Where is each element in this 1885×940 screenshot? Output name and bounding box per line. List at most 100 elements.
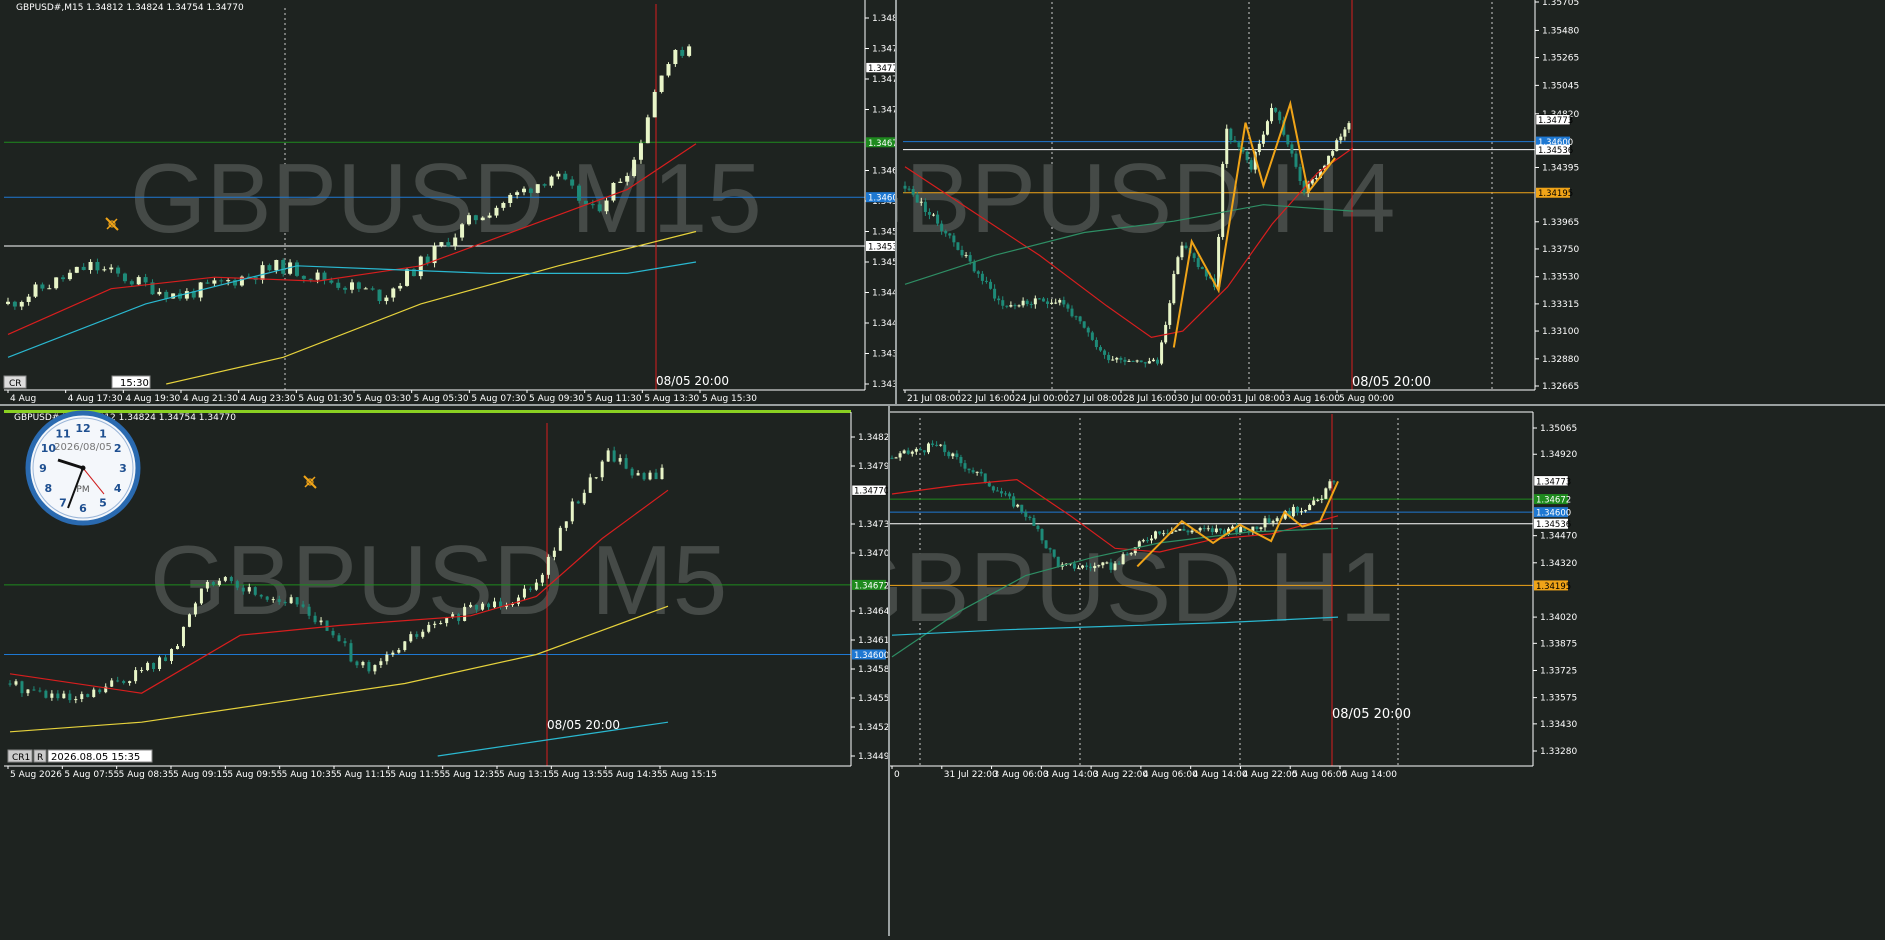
candle-body — [997, 298, 1001, 301]
chart-canvas-m15[interactable]: GBPUSD M15 1.34835 1.34795 1.34755 1.34715 1… — [0, 0, 909, 405]
candle-body — [1048, 548, 1052, 550]
candle-body — [1077, 567, 1081, 569]
candle-body — [1339, 136, 1343, 141]
panel-divider-vertical-top[interactable] — [895, 0, 897, 404]
candle-body — [102, 269, 107, 271]
x-tick-label: 30 Jul 00:00 — [1177, 394, 1231, 404]
candle-body — [50, 693, 54, 698]
candle-body — [1135, 360, 1139, 362]
x-tick-label: 5 Aug 08:35 — [119, 770, 174, 780]
candle-body — [576, 501, 580, 504]
candle-body — [1332, 481, 1336, 483]
candle-body — [308, 278, 313, 280]
candle-body — [116, 267, 121, 274]
candle-body — [976, 271, 980, 274]
candle-body — [1168, 303, 1172, 325]
clock-numeral: 8 — [45, 482, 53, 495]
candle-body — [528, 588, 532, 590]
candle-body — [673, 49, 678, 65]
x-tick-label: 5 Aug 07:55 — [64, 770, 119, 780]
candle-body — [1214, 528, 1218, 533]
candle-body — [40, 284, 45, 289]
candle-body — [1074, 316, 1078, 318]
candle-body — [1162, 533, 1166, 535]
candle-body — [1308, 504, 1312, 511]
candle-body — [1008, 493, 1012, 497]
price-tag-label: 1.34773 — [1538, 116, 1573, 126]
candle-body — [632, 159, 637, 177]
candle-body — [1139, 360, 1143, 363]
candle-body — [918, 448, 922, 451]
candle-body — [636, 473, 640, 476]
candle-body — [14, 681, 18, 685]
candle-body — [38, 690, 42, 692]
x-tick-label: 4 Aug 17:30 — [68, 394, 123, 404]
y-tick-label: 1.33530 — [1542, 273, 1579, 283]
chart-panel-gbpusd-h1[interactable]: GBPUSD H1 1.350651.349201.344701.343201.… — [828, 406, 1885, 936]
candle-body — [487, 603, 491, 608]
candle-body — [446, 242, 451, 247]
chart-canvas-h4[interactable]: GBPUSD H4 1.35705 1.35480 1.35265 1.35045 1.… — [829, 0, 1885, 405]
candle-body — [1033, 298, 1037, 305]
chart-panel-gbpusd-h4[interactable]: GBPUSD H4 1.35705 1.35480 1.35265 1.35045 1.… — [829, 0, 1885, 405]
x-tick-label: 5 Aug 12:35 — [445, 770, 500, 780]
chart-canvas-h1[interactable]: GBPUSD H1 1.350651.349201.344701.343201.… — [828, 406, 1885, 936]
candle-body — [235, 581, 239, 588]
chart-panel-gbpusd-m15[interactable]: GBPUSD M15 1.34835 1.34795 1.34755 1.34715 1… — [0, 0, 909, 405]
candle-body — [385, 654, 389, 662]
x-tick-label: 5 Aug 01:30 — [298, 394, 353, 404]
tool-marker-icon[interactable] — [303, 475, 317, 489]
analog-clock-widget[interactable]: 12 1 2 3 4 5 6 7 8 9 10 11 2026/08/05 PM — [25, 410, 141, 526]
candle-body — [618, 181, 623, 183]
candle-body — [129, 281, 134, 285]
candle-body — [993, 288, 997, 299]
y-tick-label: 1.34795 — [858, 462, 890, 472]
candle-body — [604, 200, 609, 212]
y-tick-label: 1.34825 — [858, 433, 890, 443]
candle-body — [475, 604, 479, 610]
candle-body — [373, 665, 377, 672]
x-tick-label: 5 Aug 13:30 — [644, 394, 699, 404]
corner-badge-m5[interactable]: CR1 — [12, 753, 30, 763]
price-tag-label: 1.34672 — [854, 581, 889, 591]
candle-body — [1210, 528, 1214, 533]
corner-time-m5: 2026.08.05 15:35 — [51, 752, 140, 763]
y-tick-label: 1.32880 — [1542, 355, 1579, 365]
candle-body — [1147, 361, 1151, 364]
candle-body — [1180, 245, 1184, 258]
price-tag-label: 1.34770 — [868, 64, 895, 74]
candle-body — [910, 451, 914, 454]
candle-body — [1056, 556, 1060, 567]
candle-body — [92, 689, 96, 697]
candle-body — [1156, 359, 1160, 364]
y-tick-label: 1.34320 — [1540, 559, 1577, 569]
candle-body — [907, 188, 911, 190]
candle-body — [356, 282, 361, 289]
candle-body — [1316, 499, 1320, 501]
candle-body — [95, 261, 100, 271]
candle-body — [86, 694, 90, 697]
candle-body — [516, 597, 520, 604]
candle-body — [660, 467, 664, 480]
candle-body — [6, 301, 10, 304]
candle-body — [315, 272, 320, 280]
price-tag-label: 1.34195 — [1536, 582, 1571, 592]
tool-marker-icon[interactable] — [105, 217, 119, 231]
y-tick-label: 1.34645 — [858, 607, 890, 617]
panel-divider-vertical-bottom[interactable] — [888, 406, 890, 936]
corner-badge-m15[interactable]: CR — [9, 379, 22, 389]
candle-body — [158, 657, 162, 670]
y-tick-label: 1.34495 — [858, 752, 890, 762]
y-tick-label: 1.34555 — [872, 228, 895, 238]
candle-body — [164, 291, 169, 299]
candle-body — [1294, 153, 1298, 167]
event-label-h4: 08/05 20:00 — [1352, 375, 1431, 390]
candle-body — [1125, 554, 1129, 556]
candle-body — [329, 280, 334, 283]
corner-r-button[interactable]: R — [37, 753, 43, 763]
price-tag-label: 1.34672 — [868, 139, 895, 149]
y-tick-label: 1.34020 — [1540, 613, 1577, 623]
panel-divider-horizontal[interactable] — [0, 404, 1885, 406]
candle-body — [540, 574, 544, 583]
candle-body — [564, 521, 568, 528]
